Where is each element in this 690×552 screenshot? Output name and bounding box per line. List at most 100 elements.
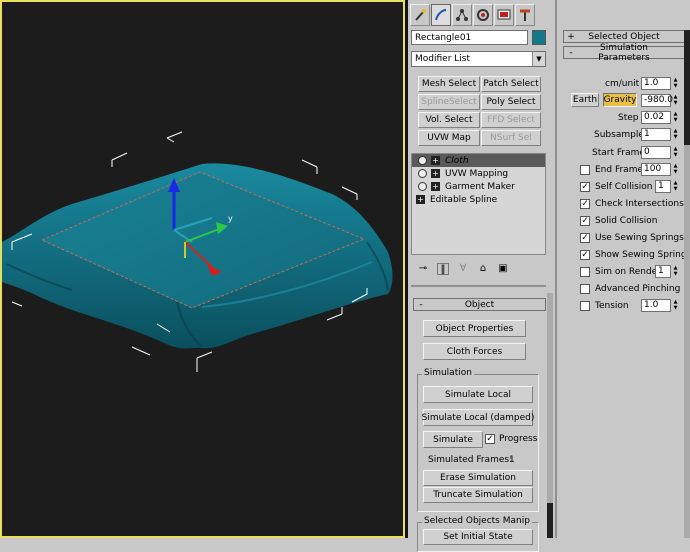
stack-item-garment-maker[interactable]: + Garment Maker bbox=[412, 180, 545, 193]
self-collision-checkbox[interactable]: ✓ bbox=[580, 182, 590, 192]
modify-tab[interactable] bbox=[431, 4, 451, 26]
ffd-select-button[interactable]: FFD Select bbox=[481, 112, 541, 128]
expand-icon[interactable]: + bbox=[431, 169, 440, 178]
sim-on-render-label: Sim on Render bbox=[595, 267, 661, 277]
utilities-icon bbox=[520, 9, 530, 21]
selected-object-rollout-header[interactable]: + Selected Object bbox=[563, 30, 685, 43]
rollout-title: Simulation Parameters bbox=[598, 42, 650, 63]
lightbulb-icon[interactable] bbox=[418, 156, 427, 165]
spinner-arrows-icon[interactable]: ▲ ▼ bbox=[672, 111, 679, 124]
vol-select-button[interactable]: Vol. Select bbox=[418, 112, 480, 128]
expand-icon[interactable]: + bbox=[431, 182, 440, 191]
parameters-scrollbar[interactable] bbox=[684, 30, 690, 538]
pin-stack-icon[interactable]: ⊸ bbox=[417, 263, 429, 275]
object-rollout-header[interactable]: - Object bbox=[413, 298, 546, 311]
sim-on-render-checkbox[interactable] bbox=[580, 267, 590, 277]
command-panel-scrollbar[interactable] bbox=[547, 293, 553, 538]
cloth-forces-button[interactable]: Cloth Forces bbox=[423, 343, 526, 360]
object-name-field[interactable]: Rectangle01 bbox=[411, 30, 528, 45]
start-frame-spinner[interactable]: 0 bbox=[641, 146, 671, 159]
end-frame-spinner[interactable]: 100 bbox=[641, 163, 671, 176]
utilities-tab[interactable] bbox=[515, 4, 535, 26]
motion-icon bbox=[477, 9, 489, 21]
scrollbar-thumb[interactable] bbox=[547, 503, 553, 538]
rollout-title: Object bbox=[464, 299, 495, 310]
subsample-spinner[interactable]: 1 bbox=[641, 128, 671, 141]
rollout-title: Selected Object bbox=[588, 31, 660, 42]
spinner-arrows-icon[interactable]: ▲ ▼ bbox=[672, 299, 679, 312]
gravity-button[interactable]: Gravity bbox=[603, 93, 637, 107]
set-initial-state-button[interactable]: Set Initial State bbox=[423, 529, 533, 545]
cloth-scene: y bbox=[2, 131, 393, 372]
self-collision-spinner[interactable]: 1 bbox=[655, 180, 671, 193]
stack-item-cloth[interactable]: + Cloth bbox=[412, 154, 545, 167]
display-tab[interactable] bbox=[494, 4, 514, 26]
create-tab[interactable] bbox=[410, 4, 430, 26]
expand-icon[interactable]: + bbox=[431, 156, 440, 165]
spinner-arrows-icon[interactable]: ▲ ▼ bbox=[672, 77, 679, 90]
progress-checkbox[interactable]: ✓ bbox=[485, 434, 495, 444]
tension-label: Tension bbox=[595, 301, 629, 311]
step-spinner[interactable]: 0.02 bbox=[641, 111, 671, 124]
end-frame-label: End Frame bbox=[595, 165, 644, 175]
make-unique-icon[interactable]: ∀ bbox=[457, 263, 469, 275]
stack-item-label: Cloth bbox=[445, 155, 469, 166]
chevron-down-icon: ▼ bbox=[532, 52, 545, 66]
solid-collision-checkbox[interactable]: ✓ bbox=[580, 216, 590, 226]
scrollbar-thumb[interactable] bbox=[684, 30, 690, 145]
lightbulb-icon[interactable] bbox=[418, 182, 427, 191]
selected-objects-manip-label: Selected Objects Manip bbox=[422, 516, 532, 526]
lightbulb-icon[interactable] bbox=[418, 169, 427, 178]
motion-tab[interactable] bbox=[473, 4, 493, 26]
spinner-arrows-icon[interactable]: ▲ ▼ bbox=[672, 180, 679, 193]
tension-checkbox[interactable] bbox=[580, 301, 590, 311]
configure-modifier-sets-icon[interactable]: ▣ bbox=[497, 263, 509, 275]
hierarchy-icon bbox=[456, 9, 468, 21]
expand-sign: + bbox=[567, 31, 575, 42]
cm-unit-spinner[interactable]: 1.0 bbox=[641, 77, 671, 90]
show-end-result-icon[interactable]: ‖ bbox=[437, 263, 449, 275]
simulate-local-damped-button[interactable]: Simulate Local (damped) bbox=[422, 409, 534, 426]
object-color-swatch[interactable] bbox=[532, 30, 546, 45]
spinner-arrows-icon[interactable]: ▲ ▼ bbox=[672, 146, 679, 159]
poly-select-button[interactable]: Poly Select bbox=[481, 94, 541, 110]
stack-item-uvw-mapping[interactable]: + UVW Mapping bbox=[412, 167, 545, 180]
uvw-map-button[interactable]: UVW Map bbox=[418, 130, 480, 146]
advanced-pinching-checkbox[interactable] bbox=[580, 284, 590, 294]
modifier-list-dropdown[interactable]: Modifier List ▼ bbox=[411, 51, 546, 67]
simulate-local-button[interactable]: Simulate Local bbox=[423, 386, 533, 403]
erase-simulation-button[interactable]: Erase Simulation bbox=[423, 470, 533, 486]
spinner-arrows-icon[interactable]: ▲ ▼ bbox=[672, 163, 679, 176]
spinner-arrows-icon[interactable]: ▲ ▼ bbox=[672, 265, 679, 278]
expand-icon[interactable]: + bbox=[416, 195, 425, 204]
patch-select-button[interactable]: Patch Select bbox=[481, 76, 541, 92]
viewport-perspective[interactable]: y bbox=[0, 0, 405, 538]
modifier-list-label: Modifier List bbox=[415, 54, 470, 64]
hierarchy-tab[interactable] bbox=[452, 4, 472, 26]
end-frame-checkbox[interactable] bbox=[580, 165, 590, 175]
command-panel: Rectangle01 Modifier List ▼ Mesh Select … bbox=[408, 0, 553, 552]
truncate-simulation-button[interactable]: Truncate Simulation bbox=[423, 487, 533, 503]
tension-spinner[interactable]: 1.0 bbox=[641, 299, 671, 312]
remove-modifier-icon[interactable]: ⌂ bbox=[477, 263, 489, 275]
spinner-arrows-icon[interactable]: ▲ ▼ bbox=[672, 94, 679, 107]
collapse-sign: - bbox=[419, 299, 423, 310]
use-sewing-springs-checkbox[interactable]: ✓ bbox=[580, 233, 590, 243]
mesh-select-button[interactable]: Mesh Select bbox=[418, 76, 480, 92]
show-sewing-springs-checkbox[interactable]: ✓ bbox=[580, 250, 590, 260]
spinner-arrows-icon[interactable]: ▲ ▼ bbox=[672, 128, 679, 141]
create-icon bbox=[415, 9, 426, 21]
solid-collision-label: Solid Collision bbox=[595, 216, 658, 226]
earth-button[interactable]: Earth bbox=[571, 93, 599, 107]
sim-on-render-spinner[interactable]: 1 bbox=[655, 265, 671, 278]
check-intersections-label: Check Intersections bbox=[595, 199, 684, 209]
simulate-button[interactable]: Simulate bbox=[423, 431, 483, 448]
simulation-parameters-rollout-header[interactable]: - Simulation Parameters bbox=[563, 43, 685, 63]
object-properties-button[interactable]: Object Properties bbox=[423, 320, 526, 337]
spline-select-button[interactable]: SplineSelect bbox=[418, 94, 480, 110]
stack-item-editable-spline[interactable]: + Editable Spline bbox=[412, 193, 545, 206]
check-intersections-checkbox[interactable]: ✓ bbox=[580, 199, 590, 209]
gravity-spinner[interactable]: -980.0 bbox=[641, 94, 673, 107]
simulated-frames-label: Simulated Frames: bbox=[428, 455, 513, 465]
nsurf-sel-button[interactable]: NSurf Sel bbox=[481, 130, 541, 146]
